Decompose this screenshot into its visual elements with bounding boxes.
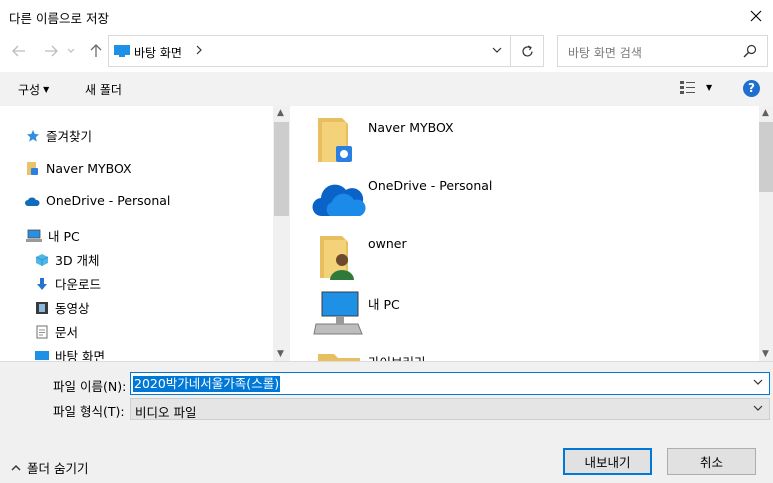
nav-item-label: 동영상: [55, 301, 90, 316]
chevron-right-icon[interactable]: [196, 45, 202, 55]
scroll-down-icon[interactable]: ▼: [277, 349, 284, 359]
chevron-down-icon[interactable]: [492, 47, 502, 53]
list-item[interactable]: 라이브러리: [312, 340, 742, 361]
nav-item-videos[interactable]: 동영상: [35, 298, 90, 317]
search-input[interactable]: 바탕 화면 검색: [568, 44, 642, 61]
navigation-scrollbar[interactable]: ▲ ▼: [273, 106, 290, 361]
chevron-up-icon: [11, 464, 21, 470]
nav-item-documents[interactable]: 문서: [35, 322, 78, 341]
up-button[interactable]: [88, 42, 104, 60]
nav-item-label: 바탕 화면: [55, 349, 105, 361]
filetype-label: 파일 형식(T):: [53, 404, 125, 419]
list-item[interactable]: owner: [312, 224, 742, 282]
scroll-up-icon[interactable]: ▲: [277, 108, 284, 118]
arrow-right-icon: [45, 45, 58, 57]
scrollbar-thumb[interactable]: [759, 122, 773, 192]
hide-folders-label: 폴더 숨기기: [27, 461, 89, 476]
arrow-up-icon: [90, 44, 102, 57]
scroll-up-icon[interactable]: ▲: [762, 108, 769, 118]
save-form: 파일 이름(N): 2020박가네서울가족(스롤) 파일 형식(T): 비디오 …: [0, 361, 773, 483]
file-list-scrollbar[interactable]: ▲ ▼: [759, 106, 773, 361]
search-box[interactable]: 바탕 화면 검색: [557, 35, 768, 67]
user-folder-icon: [320, 236, 354, 280]
folder-icon: [27, 162, 38, 175]
address-bar[interactable]: 바탕 화면: [108, 35, 511, 67]
close-icon: [750, 10, 762, 22]
title-bar: 다른 이름으로 저장: [0, 0, 773, 32]
refresh-button[interactable]: [511, 35, 544, 67]
nav-item-onedrive[interactable]: OneDrive - Personal: [24, 193, 170, 208]
help-button[interactable]: ?: [743, 80, 760, 97]
onedrive-cloud-icon: [312, 184, 366, 217]
chevron-down-icon: [67, 48, 75, 53]
filetype-select[interactable]: 비디오 파일: [130, 398, 770, 420]
filetype-value: 비디오 파일: [135, 405, 197, 420]
breadcrumb[interactable]: 바탕 화면: [134, 44, 182, 61]
computer-icon: [313, 291, 363, 335]
star-icon: [27, 129, 39, 142]
list-item[interactable]: 내 PC: [312, 282, 742, 340]
nav-item-label: 3D 개체: [55, 253, 100, 268]
item-label: OneDrive - Personal: [368, 178, 493, 193]
item-label: owner: [368, 236, 407, 251]
scrollbar-thumb[interactable]: [274, 122, 289, 216]
nav-item-3d-objects[interactable]: 3D 개체: [35, 250, 100, 269]
back-button[interactable]: [11, 42, 27, 60]
close-button[interactable]: [739, 0, 773, 32]
list-item[interactable]: OneDrive - Personal: [312, 166, 742, 224]
chevron-down-icon[interactable]: [753, 405, 763, 411]
save-button[interactable]: 내보내기: [563, 448, 652, 475]
forward-button[interactable]: [43, 42, 59, 60]
view-caret-icon[interactable]: ▼: [706, 83, 712, 92]
nav-item-label: Naver MYBOX: [46, 160, 132, 176]
item-label: 내 PC: [368, 297, 400, 312]
folder-icon: [318, 354, 360, 361]
nav-item-naver-mybox[interactable]: Naver MYBOX: [26, 160, 132, 176]
nav-item-desktop[interactable]: 바탕 화면: [35, 346, 105, 361]
nav-item-label: 내 PC: [48, 229, 80, 244]
caret-down-icon: ▼: [43, 85, 50, 94]
nav-item-label: OneDrive - Personal: [46, 193, 171, 208]
filename-label: 파일 이름(N):: [53, 379, 127, 394]
filename-input[interactable]: 2020박가네서울가족(스롤): [133, 376, 281, 392]
film-icon: [36, 301, 48, 314]
item-label: Naver MYBOX: [368, 120, 454, 135]
view-options-icon[interactable]: [680, 81, 696, 95]
nav-item-label: 즐겨찾기: [46, 129, 93, 144]
new-folder-button[interactable]: 새 폴더: [85, 81, 122, 98]
cube-icon: [35, 253, 49, 266]
filename-field[interactable]: 2020박가네서울가족(스롤): [130, 372, 770, 395]
computer-icon: [26, 229, 42, 242]
download-arrow-icon: [37, 277, 47, 290]
command-bar: 구성 ▼ 새 폴더 ▼ ?: [0, 72, 773, 106]
nav-item-downloads[interactable]: 다운로드: [35, 274, 101, 293]
navigation-pane: 즐겨찾기 Naver MYBOX OneDrive - Personal 내 P…: [0, 106, 290, 361]
scroll-down-icon[interactable]: ▼: [762, 349, 769, 359]
search-icon[interactable]: [743, 44, 757, 58]
nav-item-favorites[interactable]: 즐겨찾기: [26, 126, 92, 145]
nav-item-label: 문서: [55, 325, 79, 340]
recent-locations-button[interactable]: [66, 42, 76, 60]
cloud-folder-icon: [318, 118, 352, 162]
cloud-icon: [25, 197, 40, 206]
chevron-down-icon[interactable]: [753, 379, 763, 385]
document-icon: [36, 325, 48, 338]
file-list: Naver MYBOX OneDrive - Personal owner 내 …: [290, 106, 759, 361]
nav-item-this-pc[interactable]: 내 PC: [26, 226, 80, 245]
nav-item-label: 다운로드: [55, 277, 102, 292]
organize-button[interactable]: 구성 ▼: [18, 81, 49, 98]
hide-folders-button[interactable]: 폴더 숨기기: [11, 458, 88, 477]
desktop-icon: [114, 45, 130, 57]
refresh-icon: [521, 44, 533, 57]
arrow-left-icon: [12, 45, 25, 57]
desktop-icon: [35, 350, 49, 360]
list-item[interactable]: Naver MYBOX: [312, 108, 742, 166]
organize-label: 구성: [18, 83, 41, 97]
item-label: 라이브러리: [368, 352, 426, 361]
cancel-button[interactable]: 취소: [667, 448, 756, 475]
window-title: 다른 이름으로 저장: [9, 11, 109, 26]
